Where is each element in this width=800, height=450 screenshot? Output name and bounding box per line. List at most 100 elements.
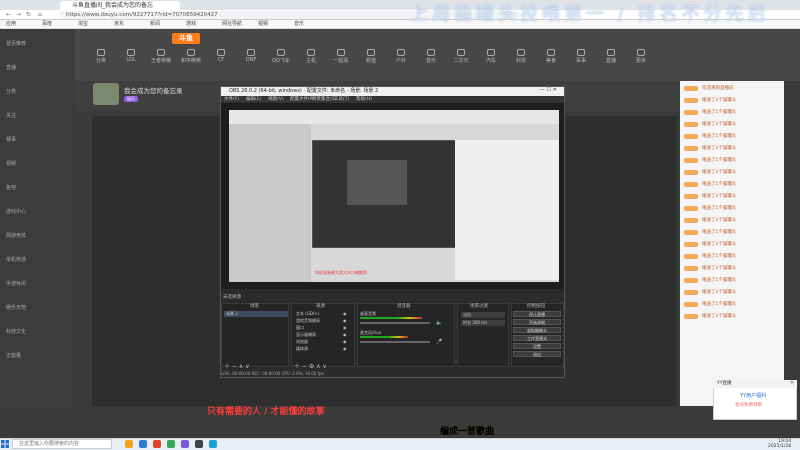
- qq-icon[interactable]: [209, 440, 217, 448]
- category-link[interactable]: 音乐: [418, 57, 444, 64]
- category-icon[interactable]: [157, 49, 165, 56]
- taskbar-search[interactable]: 在这里输入你要搜索的内容: [12, 439, 112, 449]
- sidebar-item[interactable]: 娱乐天地: [6, 304, 26, 311]
- windows-start-icon[interactable]: [1, 440, 9, 448]
- category-icon[interactable]: [397, 49, 405, 56]
- category-link[interactable]: DNF: [238, 57, 264, 63]
- scene-item[interactable]: 场景 2: [224, 311, 288, 317]
- mic-icon[interactable]: 🎤: [436, 339, 442, 345]
- transition-select[interactable]: 淡出: [461, 312, 505, 318]
- category-link[interactable]: 和平精英: [178, 57, 204, 64]
- sidebar-item[interactable]: 直播: [6, 64, 16, 71]
- category-link[interactable]: 主机: [298, 57, 324, 64]
- category-icon[interactable]: [607, 49, 615, 56]
- category-link[interactable]: 二次元: [448, 57, 474, 64]
- source-item[interactable]: 浏览器: [296, 339, 308, 345]
- category-link[interactable]: 颜值: [358, 57, 384, 64]
- edge-icon[interactable]: [139, 440, 147, 448]
- chrome-icon[interactable]: [153, 440, 161, 448]
- sidebar-item[interactable]: 关注: [6, 112, 16, 119]
- home-icon[interactable]: ⌂: [38, 11, 42, 18]
- category-icon[interactable]: [97, 49, 105, 56]
- sidebar-item[interactable]: 手游休闲: [6, 280, 26, 287]
- control-button[interactable]: 退出: [513, 351, 561, 357]
- control-button[interactable]: 开始录制: [513, 319, 561, 325]
- category-link[interactable]: LOL: [118, 57, 144, 63]
- source-item[interactable]: 媒体源: [296, 346, 308, 352]
- category-icon[interactable]: [127, 49, 135, 56]
- category-link[interactable]: 军事: [568, 57, 594, 64]
- category-icon[interactable]: [277, 49, 285, 56]
- eye-icon[interactable]: ◉: [343, 339, 347, 344]
- control-button[interactable]: 设置: [513, 343, 561, 349]
- sidebar-item[interactable]: 科技文化: [6, 328, 26, 335]
- category-icon[interactable]: [187, 49, 195, 56]
- eye-icon[interactable]: ◉: [343, 332, 347, 337]
- bookmark-item[interactable]: 百度: [42, 21, 52, 28]
- category-icon[interactable]: [247, 49, 255, 56]
- window-controls-icon[interactable]: — ☐ ✕: [540, 87, 557, 93]
- eye-icon[interactable]: ◉: [343, 325, 347, 330]
- category-icon[interactable]: [367, 49, 375, 56]
- bookmark-item[interactable]: 游戏: [186, 21, 196, 28]
- back-icon[interactable]: ←: [6, 11, 11, 18]
- desktop-audio-slider[interactable]: [360, 322, 430, 324]
- bookmark-item[interactable]: 音乐: [294, 21, 304, 28]
- bookmark-item[interactable]: 视频: [258, 21, 268, 28]
- source-item[interactable]: 游戏音频捕获: [296, 318, 320, 324]
- category-link[interactable]: 直播: [598, 57, 624, 64]
- obs-menu-item[interactable]: 工具(T): [334, 96, 349, 103]
- obs-menu-item[interactable]: 编辑(E): [246, 96, 261, 103]
- file-explorer-icon[interactable]: [125, 440, 133, 448]
- streamer-avatar[interactable]: [93, 83, 119, 105]
- category-link[interactable]: 户外: [388, 57, 414, 64]
- room-tag[interactable]: 娱乐: [124, 96, 138, 102]
- control-button[interactable]: 工作室模式: [513, 335, 561, 341]
- eye-icon[interactable]: ◉: [343, 346, 347, 351]
- app-icon[interactable]: [195, 440, 203, 448]
- transition-duration[interactable]: 时长 300 ms: [461, 320, 505, 326]
- add-source-icon[interactable]: ＋ − ⚙ ∧ ∨: [294, 361, 327, 370]
- sidebar-item[interactable]: 赛事: [6, 136, 16, 143]
- source-item[interactable]: 显示器捕获: [296, 332, 316, 338]
- browser-tab[interactable]: 斗鱼直播间_我会成为您的备忘: [60, 1, 180, 10]
- wechat-icon[interactable]: [167, 440, 175, 448]
- obs-menu-item[interactable]: 场景集合(S): [312, 96, 336, 103]
- sidebar-item[interactable]: 视频: [6, 160, 16, 167]
- category-icon[interactable]: [487, 49, 495, 56]
- obs-menu-item[interactable]: 视图(V): [268, 96, 284, 103]
- category-link[interactable]: 王者荣耀: [148, 57, 174, 64]
- sidebar-item[interactable]: 网游竞技: [6, 232, 26, 239]
- ad-title[interactable]: YY用户福利: [740, 392, 766, 399]
- sidebar-item[interactable]: 游戏中心: [6, 208, 26, 215]
- bookmark-item[interactable]: 淘宝: [78, 21, 88, 28]
- obs-menu-item[interactable]: 文件(F): [224, 96, 239, 103]
- category-icon[interactable]: [637, 49, 645, 56]
- category-link[interactable]: CF: [208, 57, 234, 63]
- close-icon[interactable]: ✕: [790, 380, 794, 386]
- category-link[interactable]: 一起看: [328, 57, 354, 64]
- reload-icon[interactable]: ↻: [26, 11, 31, 18]
- douyu-logo[interactable]: 斗鱼: [172, 33, 200, 44]
- obs-icon[interactable]: [181, 440, 189, 448]
- sidebar-item[interactable]: 正能量: [6, 352, 21, 359]
- sidebar-item[interactable]: 分类: [6, 88, 16, 95]
- eye-icon[interactable]: ◉: [343, 311, 347, 316]
- category-link[interactable]: 科技: [508, 57, 534, 64]
- bookmark-item[interactable]: 京东: [114, 21, 124, 28]
- category-icon[interactable]: [457, 49, 465, 56]
- source-item[interactable]: 文本 (GDI+): [296, 311, 319, 317]
- forward-icon[interactable]: →: [16, 11, 21, 18]
- category-link[interactable]: 汽车: [478, 57, 504, 64]
- category-icon[interactable]: [217, 49, 225, 56]
- add-scene-icon[interactable]: ＋ − ∧ ∨: [224, 361, 250, 370]
- bookmark-item[interactable]: 网址导航: [222, 21, 242, 28]
- category-icon[interactable]: [547, 49, 555, 56]
- category-link[interactable]: 美食: [538, 57, 564, 64]
- category-link[interactable]: 分类: [88, 57, 114, 64]
- sidebar-item[interactable]: 单机热游: [6, 256, 26, 263]
- mic-audio-slider[interactable]: [360, 341, 430, 343]
- category-icon[interactable]: [337, 49, 345, 56]
- obs-menu-item[interactable]: 配置文件(P): [290, 96, 314, 103]
- category-link[interactable]: 更多: [628, 57, 654, 64]
